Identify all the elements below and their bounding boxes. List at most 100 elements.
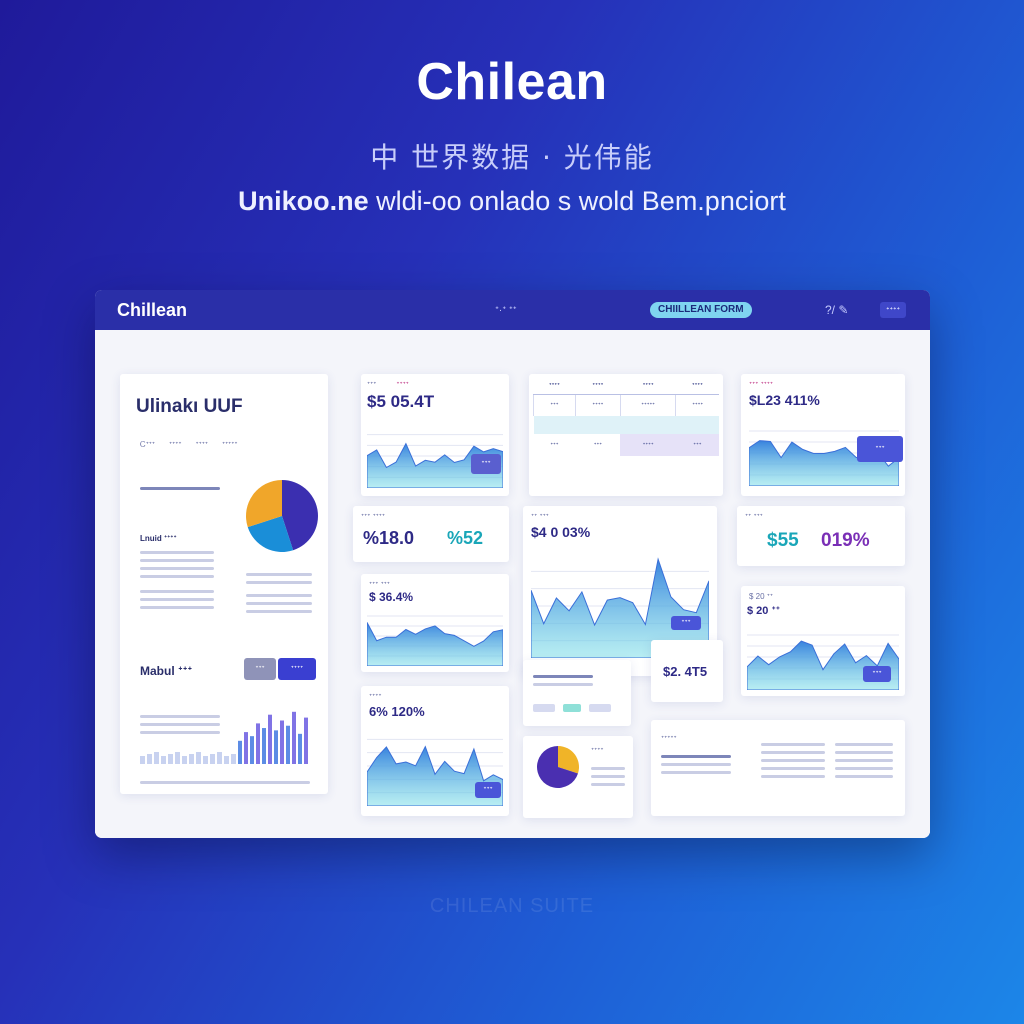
- table-row[interactable]: [533, 416, 719, 434]
- area-chart: [367, 615, 503, 666]
- text-line: [591, 783, 625, 786]
- bar-faint: [217, 752, 222, 764]
- hero-subtitle-bold: Unikoo.ne: [238, 186, 369, 216]
- metric-card-revenue: ᐩᐩᐩ ᐩᐩᐩᐩ $5 05.4T ᐩᐩᐩ: [361, 374, 509, 496]
- left-text-block: [140, 482, 220, 495]
- card-header: ᐩᐩᐩ ᐩᐩᐩᐩ: [367, 380, 409, 389]
- text-line: [533, 675, 593, 678]
- table-header-row: ᐩᐩᐩᐩ ᐩᐩᐩᐩ ᐩᐩᐩᐩ ᐩᐩᐩᐩ: [533, 378, 719, 395]
- card-button[interactable]: ᐩᐩᐩ: [671, 616, 701, 630]
- bar-faint: [140, 756, 145, 764]
- card-label: ᐩᐩᐩ ᐩᐩᐩᐩ: [749, 380, 774, 389]
- card-value: $L23 411%: [749, 392, 820, 408]
- mini-card: [523, 660, 631, 726]
- table-header[interactable]: ᐩᐩᐩᐩ: [533, 378, 576, 395]
- table-row[interactable]: ᐩᐩᐩ ᐩᐩᐩ ᐩᐩᐩᐩ ᐩᐩᐩ: [534, 434, 719, 456]
- text-line: [140, 781, 310, 784]
- card-value: $4 0 03%: [531, 524, 591, 540]
- bar: [292, 711, 296, 764]
- bar: [238, 740, 242, 764]
- footer-watermark: CHILEAN SUITE: [429, 895, 595, 917]
- primary-button[interactable]: ᐩᐩᐩᐩ: [278, 658, 316, 680]
- left-tab[interactable]: ᐩᐩᐩᐩ: [196, 440, 208, 450]
- text-line: [246, 594, 312, 597]
- table-header[interactable]: ᐩᐩᐩᐩ: [620, 378, 676, 395]
- bar-faint: [154, 752, 159, 764]
- left-tab[interactable]: ᐩᐩᐩᐩᐩ: [222, 440, 238, 450]
- table-row[interactable]: ᐩᐩᐩ ᐩᐩᐩᐩ ᐩᐩᐩᐩᐩ ᐩᐩᐩᐩ: [533, 394, 719, 416]
- left-tab[interactable]: Ꮯᐩᐩᐩ: [140, 440, 155, 450]
- bar-faint: [182, 756, 187, 764]
- section-a-title: Lnuid ᐩᐩᐩᐩ: [140, 534, 177, 543]
- text-line: [591, 775, 625, 778]
- card-button[interactable]: ᐩᐩᐩ: [471, 454, 501, 474]
- left-panel-title: Ulinakı UUF: [136, 396, 243, 417]
- hero-title: Chilean: [416, 53, 608, 111]
- bar: [286, 725, 290, 764]
- text-line: [140, 590, 214, 593]
- card-button[interactable]: ᐩᐩᐩ: [857, 436, 903, 462]
- table-cell: [575, 416, 620, 434]
- text-line: [761, 775, 825, 778]
- left-panel: Ulinakı UUF Ꮯᐩᐩᐩ ᐩᐩᐩᐩ ᐩᐩᐩᐩ ᐩᐩᐩᐩᐩ Lnuid ᐩ…: [120, 374, 328, 794]
- text-line: [761, 759, 825, 762]
- notes-card: ᐩᐩᐩᐩᐩ: [651, 720, 905, 816]
- notes-col-3: [835, 738, 893, 783]
- text-line: [140, 575, 214, 578]
- bar: [262, 728, 266, 764]
- card-button[interactable]: ᐩᐩᐩ: [475, 782, 501, 798]
- card-button[interactable]: ᐩᐩᐩ: [863, 666, 891, 682]
- text-line: [761, 767, 825, 770]
- dashboard-window: Chillean ᐩ·ᐩ ᐩᐩ CHIILLEAN FORM ?/ ✎ ᐩᐩᐩᐩ…: [95, 290, 930, 838]
- nav-icon[interactable]: ?/ ✎: [825, 303, 848, 317]
- secondary-button[interactable]: ᐩᐩᐩ: [244, 658, 276, 680]
- hero-cjk-tagline: 中 世界数据 · 光伟能: [370, 141, 654, 174]
- pie-chart: [246, 480, 318, 552]
- bar-faint: [175, 752, 180, 764]
- metric-card-percent: ᐩᐩᐩᐩ 6% 120% ᐩᐩᐩ: [361, 686, 509, 816]
- bar: [274, 730, 278, 764]
- text-line: [835, 767, 893, 770]
- bar-chart: [140, 711, 308, 764]
- left-text-lines: [140, 546, 214, 614]
- text-line: [661, 763, 731, 766]
- card-label: ᐩᐩᐩᐩ: [396, 380, 409, 389]
- bar-faint: [147, 754, 152, 764]
- text-line: [661, 755, 731, 758]
- card-label: ᐩᐩᐩ: [367, 380, 377, 389]
- table-cell: ᐩᐩᐩᐩᐩ: [619, 394, 676, 416]
- table-header[interactable]: ᐩᐩᐩᐩ: [575, 378, 621, 395]
- bar: [256, 723, 260, 764]
- nav-button[interactable]: ᐩᐩᐩᐩ: [879, 302, 906, 318]
- table-cell: [676, 416, 719, 434]
- bar: [268, 714, 272, 764]
- left-tab[interactable]: ᐩᐩᐩᐩ: [169, 440, 181, 450]
- nav-link[interactable]: ᐩ·ᐩ ᐩᐩ: [495, 305, 517, 316]
- metric-card-kpi: ᐩᐩᐩ ᐩᐩᐩᐩ %18.0 %52: [353, 506, 509, 562]
- card-value: $2. 4T5: [663, 664, 708, 679]
- table-cell: ᐩᐩᐩ: [675, 434, 719, 456]
- bar-faint: [210, 754, 215, 764]
- card-value-secondary: 019%: [821, 530, 870, 551]
- card-value: $5 05.4T: [367, 392, 435, 411]
- chip[interactable]: [589, 704, 611, 712]
- text-line: [533, 683, 593, 686]
- text-line: [246, 581, 312, 584]
- table-cell: ᐩᐩᐩ: [533, 394, 576, 416]
- metric-card-trend: ᐩᐩᐩ ᐩᐩᐩ $ 36.4%: [361, 574, 509, 672]
- nav-pill[interactable]: CHIILLEAN FORM: [650, 302, 752, 318]
- table-cell: ᐩᐩᐩᐩ: [574, 394, 621, 416]
- chip[interactable]: [533, 704, 555, 712]
- text-line: [835, 743, 893, 746]
- table-header[interactable]: ᐩᐩᐩᐩ: [675, 378, 719, 395]
- bar: [298, 733, 302, 764]
- notes-col-1: [661, 750, 731, 779]
- card-label: ᐩᐩᐩᐩᐩ: [661, 734, 677, 743]
- chip[interactable]: [563, 704, 581, 712]
- table-cell: [620, 416, 675, 434]
- text-line: [661, 771, 731, 774]
- bar-faint: [196, 752, 201, 764]
- text-line: [246, 573, 312, 576]
- bar-faint: [203, 756, 208, 764]
- bar-faint: [161, 756, 166, 764]
